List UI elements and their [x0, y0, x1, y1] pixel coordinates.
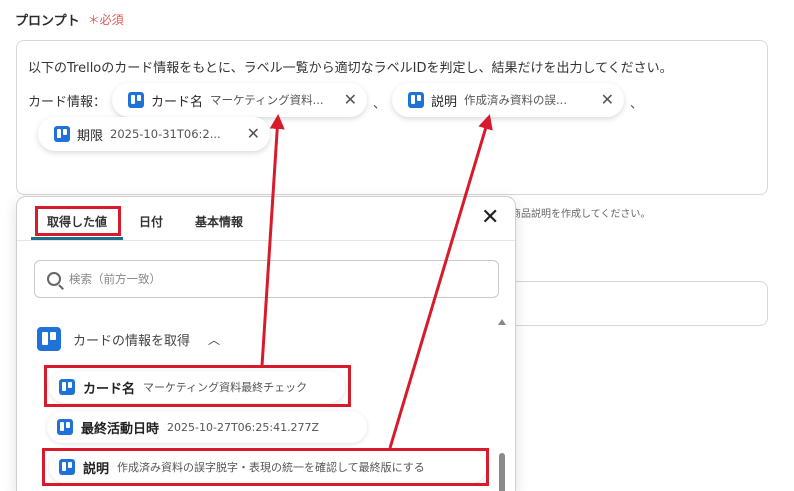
chip-card-name[interactable]: カード名 マーケティング資料... ✕	[112, 83, 367, 117]
trello-icon	[37, 327, 61, 351]
prompt-text: 以下のTrelloのカード情報をもとに、ラベル一覧から適切なラベルIDを判定し、…	[28, 61, 673, 76]
chip-name: カード名	[151, 94, 204, 110]
tab-basic-info[interactable]: 基本情報	[195, 213, 243, 230]
separator: 、	[373, 97, 387, 112]
close-icon[interactable]: ✕	[344, 92, 357, 108]
close-icon[interactable]: ✕	[481, 207, 499, 229]
scrollbar-thumb[interactable]	[499, 453, 505, 491]
highlight-card-name	[44, 365, 351, 407]
search-field[interactable]	[34, 260, 499, 298]
chip-due-date[interactable]: 期限 2025-10-31T06:2... ✕	[38, 117, 270, 151]
chip-value: 作成済み資料の誤...	[464, 93, 567, 107]
variable-picker-panel: 取得した値 日付 基本情報 ✕ カードの情報を取得 ︿ カード名 マーケティング…	[16, 196, 516, 491]
close-icon[interactable]: ✕	[247, 126, 260, 142]
highlight-description	[42, 448, 489, 486]
highlight-tab	[35, 206, 121, 236]
item-value: 2025-10-27T06:25:41.277Z	[167, 420, 320, 434]
trello-icon	[408, 92, 424, 108]
search-input[interactable]	[69, 272, 469, 286]
close-icon[interactable]: ✕	[601, 92, 614, 108]
prompt-label: プロンプト	[15, 14, 80, 29]
chevron-up-icon: ︿	[208, 332, 221, 347]
item-name: 最終活動日時	[81, 421, 160, 437]
chip-name: 期限	[77, 128, 104, 144]
trello-icon	[57, 419, 73, 435]
group-header-card-info[interactable]: カードの情報を取得 ︿	[37, 327, 220, 351]
search-icon	[47, 272, 61, 286]
tab-date[interactable]: 日付	[139, 213, 163, 230]
chip-value: 2025-10-31T06:2...	[110, 127, 221, 141]
active-tab-indicator	[31, 237, 123, 240]
prompt-field-label: プロンプト ＊必須	[15, 10, 124, 29]
chip-description[interactable]: 説明 作成済み資料の誤... ✕	[392, 83, 624, 117]
background-hint: 商品説明を作成してください。	[511, 209, 651, 220]
trello-icon	[128, 92, 144, 108]
chip-name: 説明	[431, 94, 458, 110]
required-badge: ＊必須	[87, 13, 124, 27]
chip-value: マーケティング資料...	[210, 93, 324, 107]
scroll-up-icon[interactable]	[498, 319, 506, 325]
separator: 、	[630, 97, 644, 112]
list-item-last-activity[interactable]: 最終活動日時 2025-10-27T06:25:41.277Z	[47, 411, 367, 443]
card-info-label: カード情報：	[28, 95, 107, 110]
trello-icon	[54, 126, 70, 142]
background-input[interactable]	[511, 281, 768, 326]
scrollbar[interactable]	[497, 315, 507, 491]
group-title: カードの情報を取得	[73, 333, 191, 349]
